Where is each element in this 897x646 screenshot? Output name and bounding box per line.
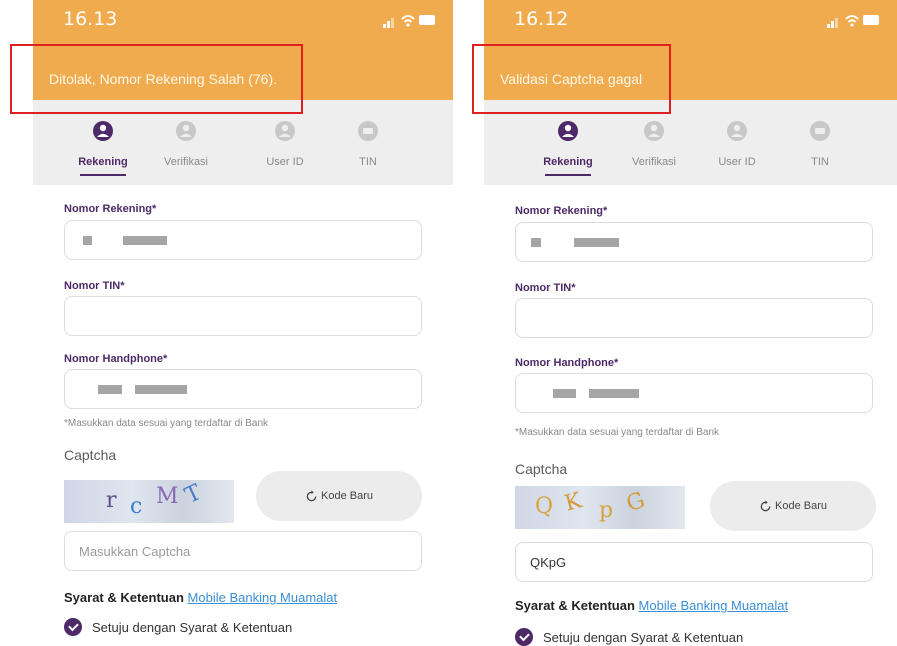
captcha-char: Q [535, 494, 554, 519]
phone-number-label: Nomor Handphone* [515, 357, 619, 369]
tab-tin[interactable]: TIN [328, 120, 408, 168]
captcha-char: M [156, 484, 179, 509]
phone-number-label: Nomor Handphone* [64, 353, 168, 365]
terms-link[interactable]: Mobile Banking Muamalat [188, 590, 338, 605]
terms-heading: Syarat & Ketentuan [64, 590, 184, 605]
account-number-label: Nomor Rekening* [64, 203, 157, 215]
agree-label: Setuju dengan Syarat & Ketentuan [543, 629, 744, 645]
captcha-input[interactable] [64, 531, 422, 571]
captcha-char: c [130, 494, 143, 519]
wifi-icon [845, 14, 859, 28]
tab-verifikasi[interactable]: Verifikasi [614, 120, 694, 168]
phone-number-field[interactable] [64, 369, 422, 409]
terms-link[interactable]: Mobile Banking Muamalat [639, 598, 789, 613]
status-time: 16.12 [514, 8, 569, 30]
wifi-icon [401, 14, 415, 28]
tab-rekening[interactable]: Rekening [63, 120, 143, 176]
captcha-image: r c M T [64, 480, 234, 523]
checkmark-icon [64, 618, 82, 636]
agree-checkbox[interactable]: Setuju dengan Syarat & Ketentuan [515, 628, 743, 646]
refresh-captcha-button[interactable]: Kode Baru [710, 481, 876, 531]
tab-rekening[interactable]: Rekening [528, 120, 608, 176]
message-highlight-box [472, 44, 671, 114]
tin-number-label: Nomor TIN* [64, 280, 125, 292]
user-verify-icon [643, 120, 665, 142]
user-tin-icon [809, 120, 831, 142]
tin-number-field[interactable] [515, 298, 873, 338]
terms-line: Syarat & Ketentuan Mobile Banking Muamal… [515, 598, 788, 613]
account-number-field[interactable] [64, 220, 422, 260]
refresh-label: Kode Baru [321, 490, 373, 502]
tin-number-field[interactable] [64, 296, 422, 336]
user-verify-icon [175, 120, 197, 142]
tab-label: TIN [811, 156, 829, 168]
registration-form: Nomor Rekening* Nomor TIN* Nomor Handpho… [484, 185, 897, 646]
terms-line: Syarat & Ketentuan Mobile Banking Muamal… [64, 590, 337, 605]
tab-user-id[interactable]: User ID [245, 120, 325, 168]
user-tin-icon [357, 120, 379, 142]
battery-icon [419, 15, 435, 25]
battery-icon [863, 15, 879, 25]
account-number-label: Nomor Rekening* [515, 205, 608, 217]
captcha-image: Q K p G [515, 486, 685, 529]
refresh-icon [305, 490, 318, 503]
user-id-icon [726, 120, 748, 142]
captcha-input[interactable] [515, 542, 873, 582]
user-circle-icon [92, 120, 114, 142]
captcha-char: T [181, 480, 206, 509]
signal-icon [383, 24, 386, 28]
user-id-icon [274, 120, 296, 142]
tab-label: Verifikasi [631, 156, 677, 168]
tin-number-label: Nomor TIN* [515, 282, 576, 294]
tab-label: TIN [359, 156, 377, 168]
tab-label: Verifikasi [163, 156, 209, 168]
masked-value [531, 238, 541, 247]
tab-tin[interactable]: TIN [780, 120, 860, 168]
tab-user-id[interactable]: User ID [697, 120, 777, 168]
captcha-char: p [599, 498, 614, 523]
form-hint: *Masukkan data sesuai yang terdaftar di … [515, 427, 720, 438]
status-time: 16.13 [63, 8, 118, 30]
captcha-char: K [562, 488, 585, 517]
tab-label: Rekening [63, 156, 143, 176]
agree-label: Setuju dengan Syarat & Ketentuan [92, 619, 293, 635]
captcha-label: Captcha [515, 461, 568, 477]
agree-checkbox[interactable]: Setuju dengan Syarat & Ketentuan [64, 618, 292, 636]
masked-value [553, 389, 576, 398]
captcha-char: G [623, 487, 649, 518]
user-circle-icon [557, 120, 579, 142]
signal-icon [827, 24, 830, 28]
captcha-label: Captcha [64, 447, 117, 463]
message-highlight-box [10, 44, 303, 114]
tab-label: User ID [718, 156, 756, 168]
tab-label: User ID [266, 156, 304, 168]
tab-verifikasi[interactable]: Verifikasi [146, 120, 226, 168]
terms-heading: Syarat & Ketentuan [515, 598, 635, 613]
refresh-icon [759, 500, 772, 513]
refresh-captcha-button[interactable]: Kode Baru [256, 471, 422, 521]
status-icons [827, 14, 883, 28]
account-number-field[interactable] [515, 222, 873, 262]
status-icons [383, 14, 439, 28]
captcha-char: r [106, 488, 117, 513]
refresh-label: Kode Baru [775, 500, 827, 512]
checkmark-icon [515, 628, 533, 646]
tab-label: Rekening [528, 156, 608, 176]
phone-number-field[interactable] [515, 373, 873, 413]
registration-form: Nomor Rekening* Nomor TIN* Nomor Handpho… [33, 185, 453, 646]
masked-value [83, 236, 92, 245]
form-hint: *Masukkan data sesuai yang terdaftar di … [64, 418, 269, 429]
masked-value [98, 385, 122, 394]
